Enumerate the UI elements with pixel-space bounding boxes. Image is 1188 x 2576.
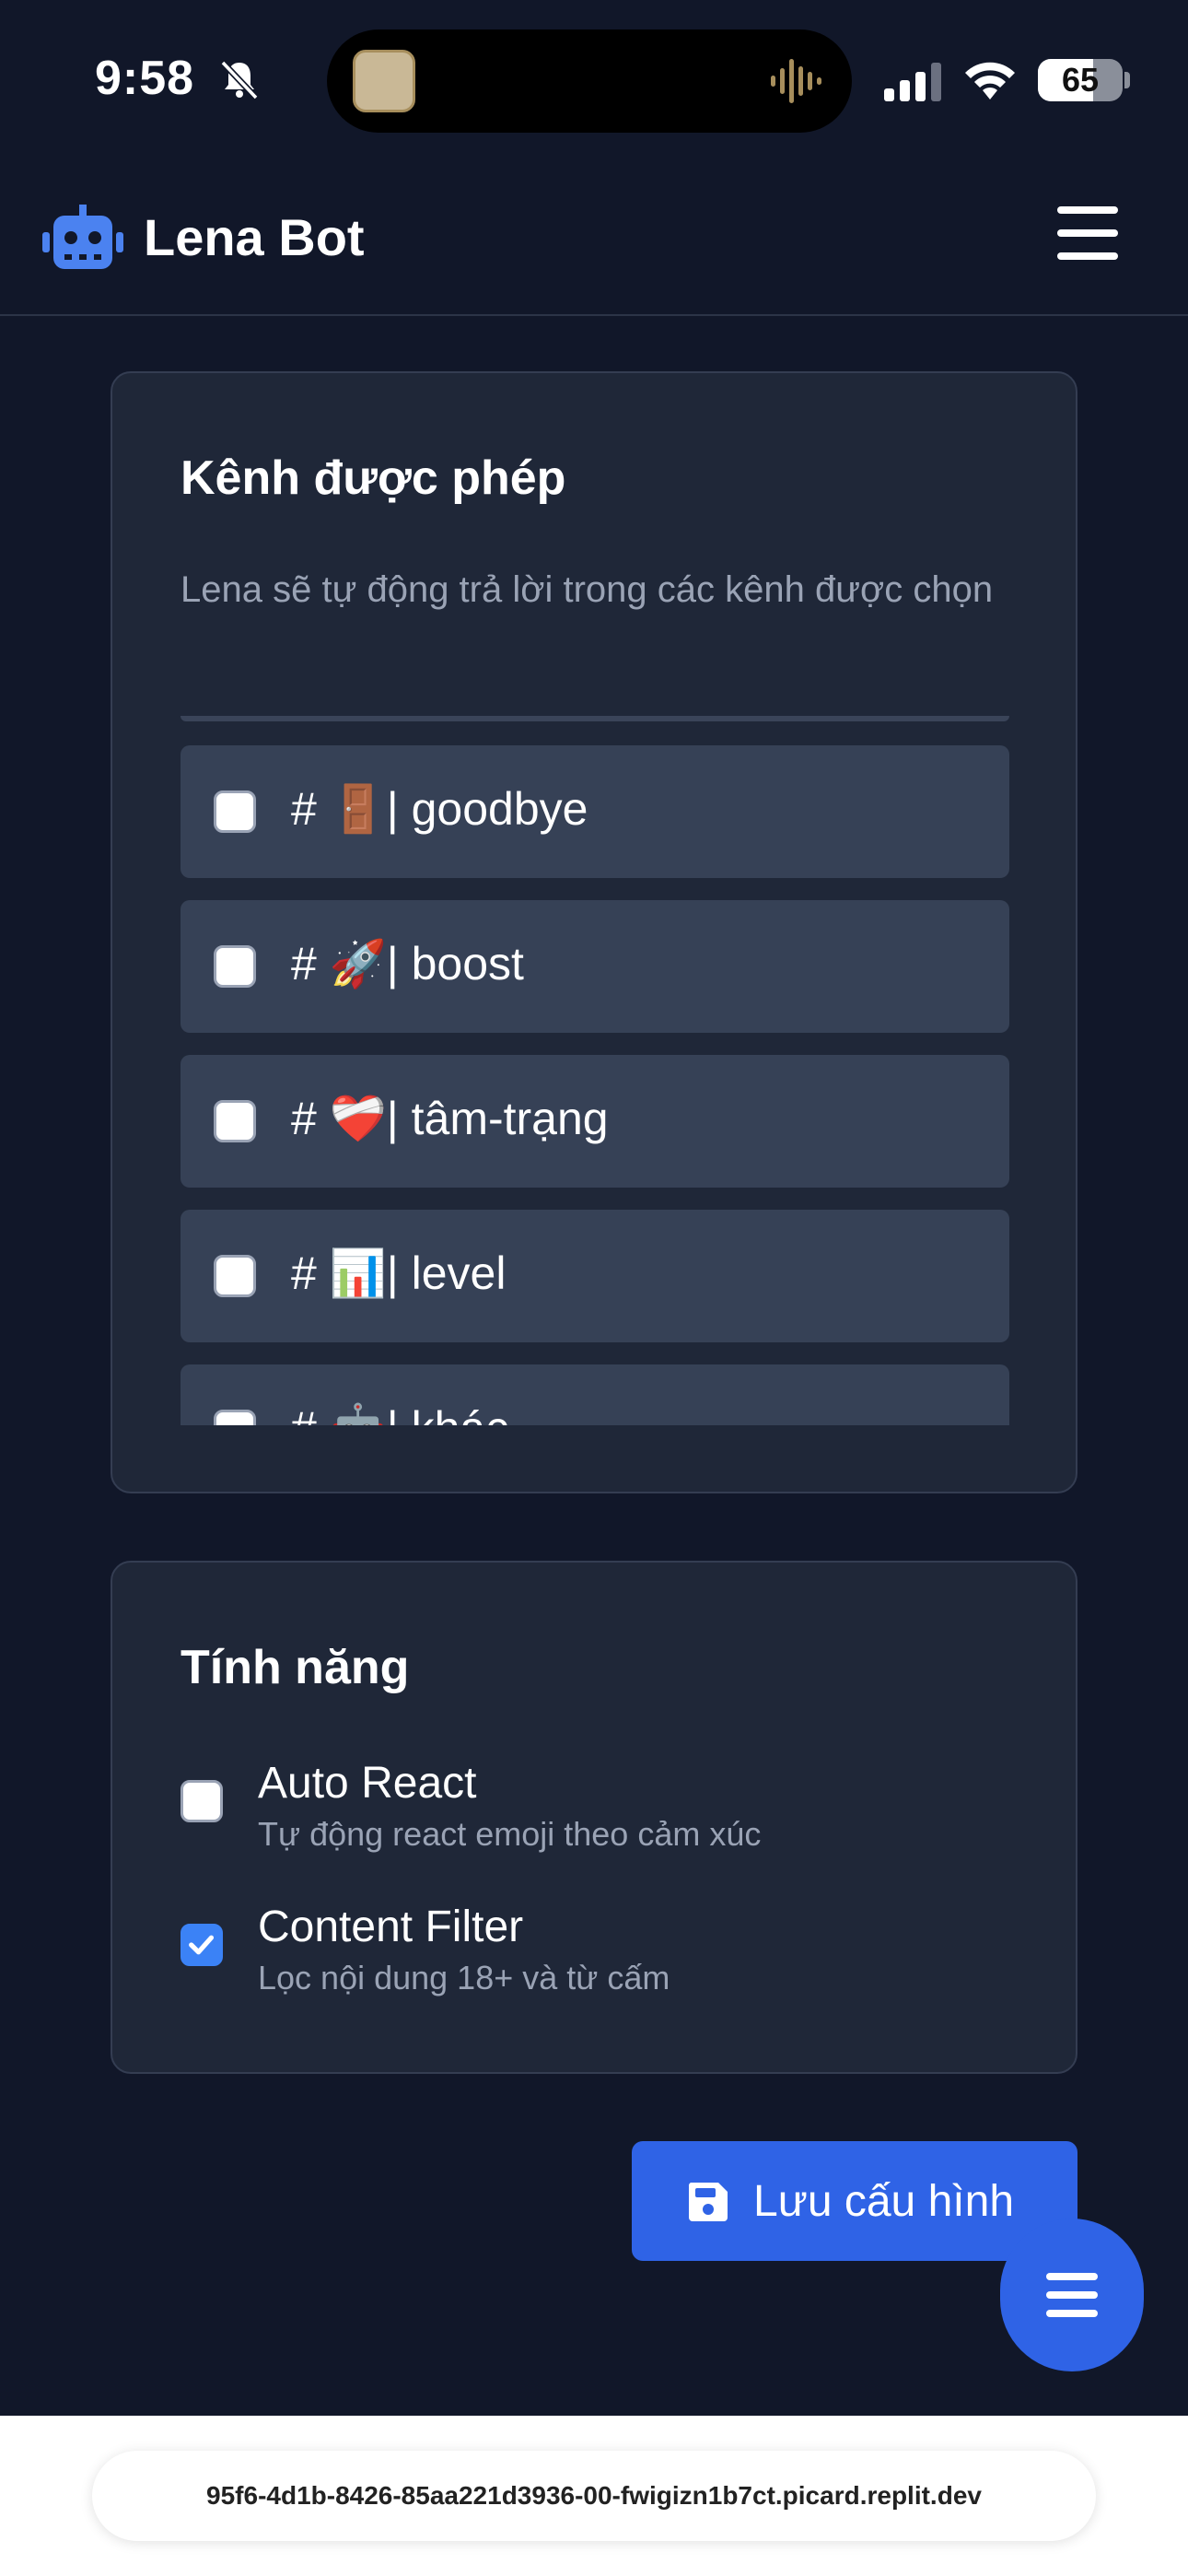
channel-emoji: ❤️‍🩹 [329, 1093, 387, 1144]
feature-auto-react[interactable]: Auto React Tự động react emoji theo cảm … [181, 1758, 1009, 1868]
hamburger-menu-icon[interactable] [1057, 205, 1118, 262]
channel-emoji: 🚀 [329, 938, 387, 989]
app-title: Lena Bot [144, 208, 365, 266]
scroll-edge [181, 716, 1009, 721]
battery-percent: 65 [1061, 61, 1100, 99]
cellular-signal-icon [884, 63, 941, 101]
channel-checkbox[interactable] [214, 1410, 256, 1425]
status-time: 9:58 [95, 52, 195, 105]
top-navbar: Lena Bot [0, 157, 1188, 316]
dynamic-island [327, 29, 852, 133]
save-config-button[interactable]: Lưu cấu hình [632, 2141, 1077, 2261]
feature-subtitle: Tự động react emoji theo cảm xúc [258, 1815, 762, 1853]
feature-title: Content Filter [258, 1903, 524, 1951]
channel-separator: | [386, 1247, 399, 1299]
wifi-icon [965, 62, 1015, 100]
battery-tip [1124, 72, 1130, 88]
channel-separator: | [386, 783, 399, 835]
channel-item[interactable]: # ❤️‍🩹| tâm-trạng [181, 1055, 1009, 1188]
channel-emoji: 🤖 [330, 1401, 387, 1425]
channel-hash: # [291, 938, 317, 989]
channel-name: goodbye [411, 783, 588, 835]
battery-icon: 65 [1038, 59, 1123, 101]
address-bar[interactable]: 95f6-4d1b-8426-85aa221d3936-00-fwigizn1b… [92, 2451, 1096, 2541]
card-title: Tính năng [181, 1641, 410, 1694]
channel-label: # 📊| level [291, 1247, 506, 1301]
channel-list[interactable]: # 🚪| goodbye # 🚀| boost # ❤️‍🩹| tâm-trạng #… [181, 716, 1009, 1425]
save-button-label: Lưu cấu hình [753, 2177, 1015, 2226]
channel-name: tâm-trạng [411, 1093, 609, 1144]
audio-waveform-icon [771, 59, 821, 103]
allowed-channels-card: Kênh được phép Lena sẽ tự động trả lời t… [111, 371, 1077, 1493]
check-icon [189, 1935, 215, 1955]
url-text: 95f6-4d1b-8426-85aa221d3936-00-fwigizn1b… [206, 2481, 982, 2510]
content-filter-checkbox[interactable] [181, 1924, 223, 1966]
channel-name: khác [412, 1402, 509, 1425]
status-bar: 9:58 65 [0, 0, 1188, 157]
channel-name: level [411, 1247, 507, 1299]
channel-checkbox[interactable] [214, 1100, 256, 1142]
channel-label: # 🤖| khác [291, 1401, 508, 1425]
auto-react-checkbox[interactable] [181, 1780, 223, 1822]
channel-emoji: 🚪 [329, 783, 387, 835]
channel-item[interactable]: # 📊| level [181, 1210, 1009, 1342]
feature-content-filter[interactable]: Content Filter Lọc nội dung 18+ và từ cấ… [181, 1902, 1009, 2012]
channel-hash: # [291, 1093, 317, 1144]
browser-bottom-bar: 95f6-4d1b-8426-85aa221d3936-00-fwigizn1b… [0, 2416, 1188, 2576]
channel-label: # 🚀| boost [291, 937, 524, 991]
channel-hash: # [291, 783, 317, 835]
channel-hash: # [291, 1247, 317, 1299]
channel-separator: | [387, 1402, 399, 1425]
features-card: Tính năng Auto React Tự động react emoji… [111, 1561, 1077, 2074]
channel-checkbox[interactable] [214, 790, 256, 833]
floppy-disk-icon [688, 2183, 728, 2221]
channel-item[interactable]: # 🚪| goodbye [181, 745, 1009, 878]
channel-item[interactable]: # 🚀| boost [181, 900, 1009, 1033]
channel-emoji: 📊 [329, 1247, 387, 1299]
feature-subtitle: Lọc nội dung 18+ và từ cấm [258, 1959, 670, 1996]
channel-item[interactable]: # 🤖| khác [181, 1364, 1009, 1425]
robot-icon [42, 205, 123, 269]
floating-menu-button[interactable] [1000, 2219, 1144, 2371]
channel-checkbox[interactable] [214, 1255, 256, 1297]
bell-slash-icon [220, 60, 259, 100]
channel-name: boost [411, 938, 524, 989]
channel-label: # 🚪| goodbye [291, 782, 588, 837]
channel-checkbox[interactable] [214, 945, 256, 988]
card-description: Lena sẽ tự động trả lời trong các kênh đ… [181, 569, 994, 610]
card-title: Kênh được phép [181, 451, 566, 505]
channel-hash: # [291, 1402, 317, 1425]
channel-separator: | [386, 1093, 399, 1144]
channel-separator: | [386, 938, 399, 989]
channel-label: # ❤️‍🩹| tâm-trạng [291, 1092, 609, 1146]
album-art-thumbnail [353, 50, 415, 112]
feature-title: Auto React [258, 1759, 477, 1808]
